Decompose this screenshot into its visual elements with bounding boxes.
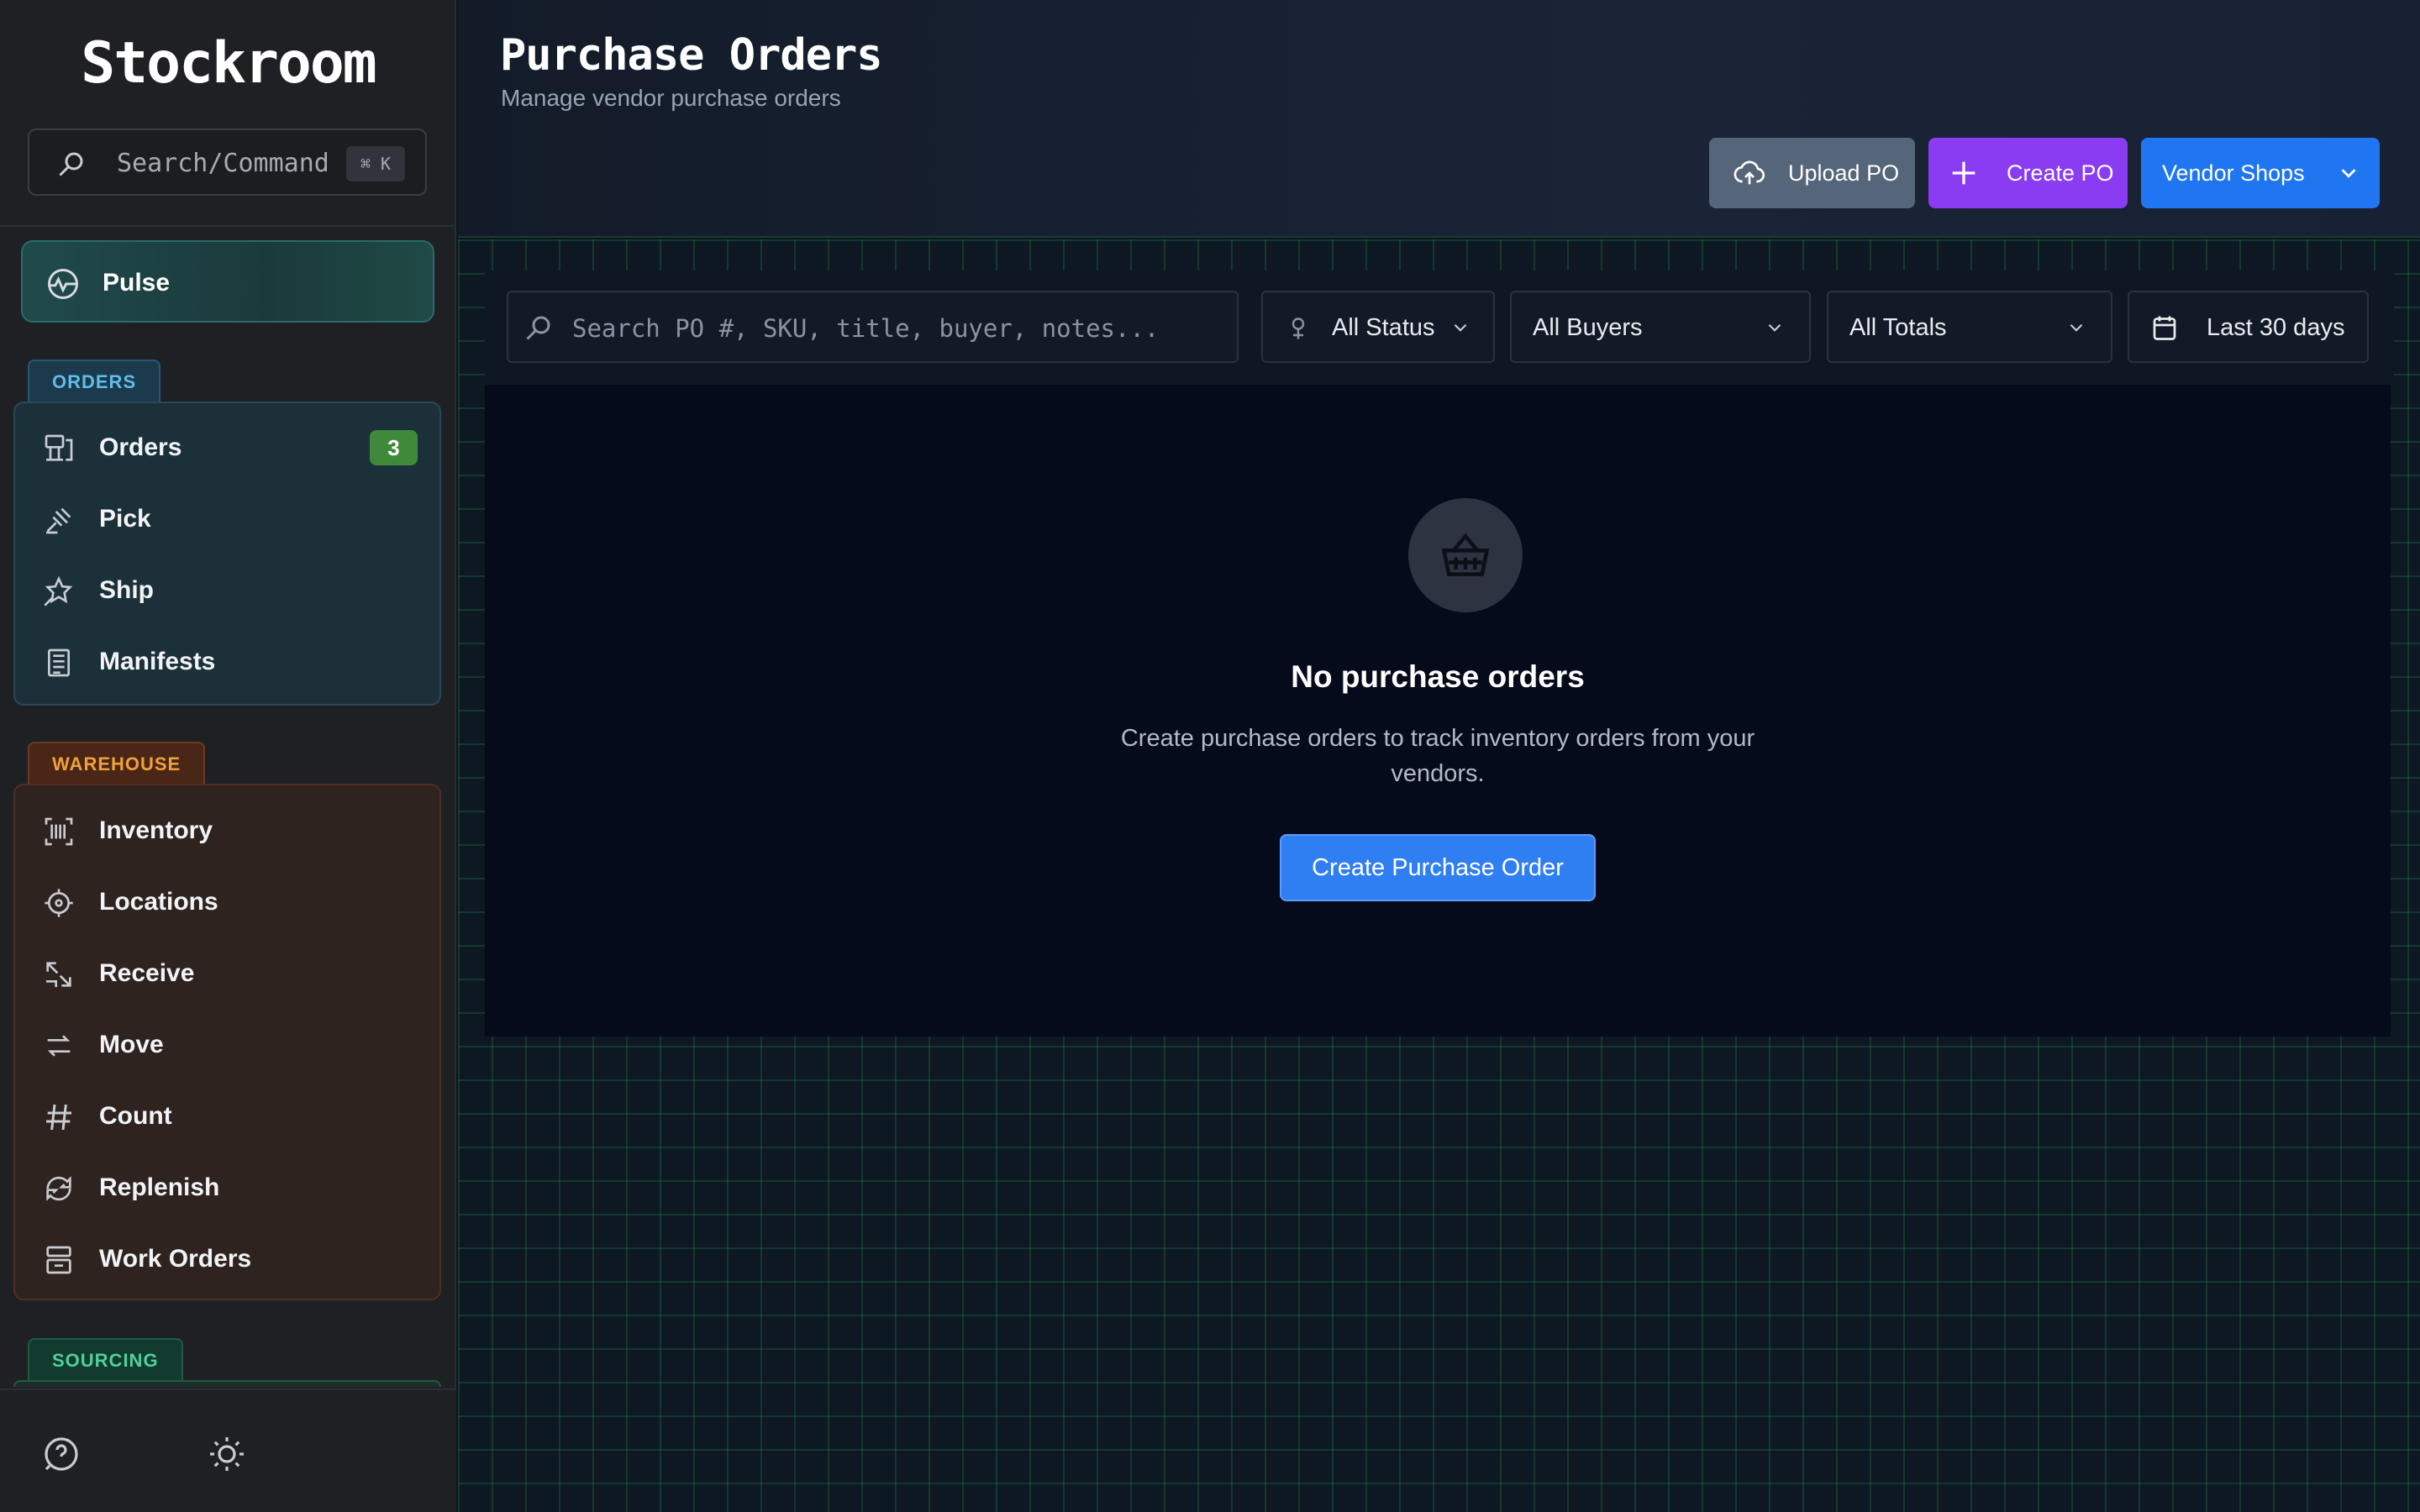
- search-icon: [59, 152, 83, 176]
- buyers-filter-value: All Buyers: [1533, 314, 1643, 341]
- chevron-down-icon[interactable]: [2336, 160, 2361, 186]
- section-orders: Orders 3 Pick Ship Manifests: [13, 402, 441, 706]
- command-search[interactable]: Search/Command ⌘ K: [28, 129, 427, 196]
- sidebar-item-label: Orders: [99, 433, 182, 461]
- main-content: Purchase Orders Manage vendor purchase o…: [458, 0, 2420, 1512]
- page-subtitle: Manage vendor purchase orders: [501, 85, 841, 111]
- manifests-icon: [48, 648, 70, 677]
- sidebar-item-label: Receive: [99, 959, 195, 987]
- section-sourcing: [13, 1380, 441, 1387]
- sun-icon[interactable]: [207, 1434, 247, 1474]
- empty-state-icon-circle: [1408, 498, 1523, 612]
- empty-state-text: Create purchase orders to track inventor…: [1120, 725, 1755, 787]
- po-search-placeholder: Search PO #, SKU, title, buyer, notes...: [572, 314, 1160, 343]
- barcode-icon: [45, 817, 73, 846]
- page-header: Purchase Orders Manage vendor purchase o…: [458, 0, 2420, 238]
- pulse-icon: [48, 269, 78, 299]
- nav-item-label: Pulse: [103, 269, 171, 297]
- chevron-down-icon: [1454, 323, 1467, 332]
- upload-po-button[interactable]: Upload PO: [1709, 138, 1915, 208]
- create-po-button[interactable]: Create PO: [1928, 138, 2128, 208]
- vendor-shops-label: Vendor Shops: [2162, 160, 2305, 186]
- section-warehouse: Inventory Locations Receive Move Count R…: [13, 784, 441, 1300]
- work-orders-icon: [46, 1246, 71, 1274]
- create-purchase-order-button[interactable]: Create Purchase Order: [1280, 834, 1596, 901]
- sidebar-item-label: Replenish: [99, 1173, 220, 1201]
- command-search-placeholder: Search/Command: [117, 149, 329, 178]
- receive-icon: [46, 962, 71, 987]
- replenish-icon: [46, 1176, 71, 1201]
- sidebar-item-work-orders[interactable]: Work Orders: [15, 1230, 443, 1289]
- date-range-filter[interactable]: Last 30 days: [2128, 291, 2369, 363]
- divider: [0, 225, 456, 227]
- shortcut-hint: ⌘ K: [346, 146, 405, 181]
- sidebar-item-manifests[interactable]: Manifests: [15, 633, 443, 691]
- sidebar-item-orders[interactable]: Orders 3: [15, 418, 443, 477]
- sidebar-item-label: Pick: [99, 505, 151, 533]
- help-icon[interactable]: [41, 1434, 82, 1474]
- create-po-label: Create PO: [2007, 160, 2114, 186]
- section-tab-sourcing[interactable]: SOURCING: [28, 1338, 183, 1380]
- count-badge: 3: [370, 430, 418, 465]
- po-search-input[interactable]: Search PO #, SKU, title, buyer, notes...: [507, 291, 1239, 363]
- sidebar-item-label: Locations: [99, 888, 218, 916]
- ship-icon: [44, 575, 73, 606]
- nav-item-pulse[interactable]: Pulse: [21, 240, 434, 323]
- section-tab-orders[interactable]: ORDERS: [28, 360, 161, 402]
- vendor-shops-button[interactable]: Vendor Shops: [2141, 138, 2380, 208]
- sidebar-item-label: Manifests: [99, 648, 216, 675]
- pin-icon: [1292, 318, 1305, 339]
- cloud-upload-icon: [1733, 160, 1765, 185]
- totals-filter[interactable]: All Totals: [1827, 291, 2112, 363]
- sidebar-item-inventory[interactable]: Inventory: [15, 801, 443, 860]
- section-tab-warehouse[interactable]: WAREHOUSE: [28, 742, 206, 784]
- sidebar-item-replenish[interactable]: Replenish: [15, 1158, 443, 1217]
- sidebar-item-move[interactable]: Move: [15, 1016, 443, 1074]
- sidebar-item-label: Work Orders: [99, 1245, 252, 1273]
- sidebar-item-label: Count: [99, 1102, 172, 1130]
- totals-filter-value: All Totals: [1849, 314, 1947, 341]
- empty-state-title: No purchase orders: [1291, 659, 1585, 694]
- basket-icon: [1441, 533, 1490, 576]
- date-range-value: Last 30 days: [2207, 314, 2345, 341]
- chevron-down-icon: [2070, 323, 2083, 332]
- sidebar-item-receive[interactable]: Receive: [15, 944, 443, 1003]
- hash-icon: [46, 1104, 71, 1131]
- status-filter[interactable]: All Status: [1261, 291, 1495, 363]
- plus-icon: [1952, 161, 1975, 185]
- sidebar: Stockroom Search/Command ⌘ K Pulse ORDER…: [0, 0, 456, 1512]
- pick-icon: [46, 507, 71, 534]
- sidebar-item-label: Inventory: [99, 816, 213, 844]
- move-icon: [47, 1035, 71, 1057]
- upload-po-label: Upload PO: [1788, 160, 1900, 186]
- empty-state-panel: No purchase orders Create purchase order…: [485, 385, 2391, 1037]
- search-icon: [526, 316, 550, 340]
- sidebar-item-locations[interactable]: Locations: [15, 873, 443, 932]
- crosshair-icon: [45, 889, 73, 917]
- buyers-filter[interactable]: All Buyers: [1510, 291, 1811, 363]
- sidebar-item-pick[interactable]: Pick: [15, 490, 443, 549]
- chevron-down-icon: [1768, 323, 1781, 332]
- orders-icon: [45, 434, 73, 461]
- status-filter-value: All Status: [1332, 314, 1435, 341]
- page-title: Purchase Orders: [500, 30, 883, 81]
- filter-bar: Search PO #, SKU, title, buyer, notes...…: [485, 270, 2394, 385]
- app-logo[interactable]: Stockroom: [0, 30, 456, 97]
- sidebar-item-ship[interactable]: Ship: [15, 561, 443, 620]
- sidebar-item-count[interactable]: Count: [15, 1087, 443, 1146]
- sidebar-item-label: Ship: [99, 576, 154, 604]
- calendar-icon: [2153, 316, 2176, 340]
- sidebar-item-label: Move: [99, 1031, 164, 1058]
- sidebar-footer: [0, 1389, 456, 1512]
